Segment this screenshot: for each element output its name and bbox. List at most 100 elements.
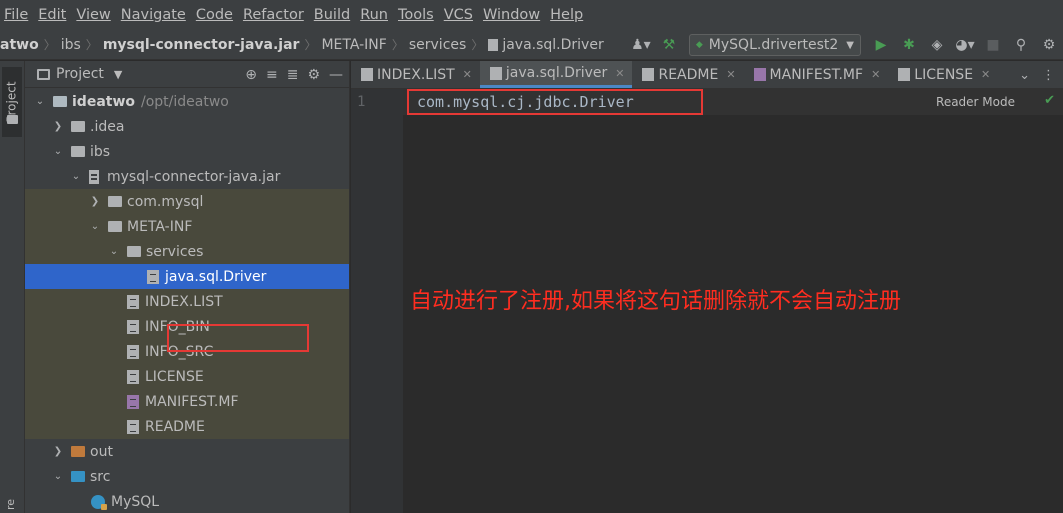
close-icon[interactable]: ✕: [463, 68, 472, 81]
menu-run[interactable]: Run: [360, 7, 388, 23]
breadcrumb-item[interactable]: mysql-connector-java.jar: [103, 37, 300, 53]
hide-icon[interactable]: —: [329, 67, 343, 83]
tree-item-meta-inf[interactable]: ⌄ META-INF: [25, 214, 349, 239]
jar-icon: [89, 169, 99, 184]
profile-icon[interactable]: ◕▾: [953, 33, 977, 57]
tree-item-manifest[interactable]: MANIFEST.MF: [25, 389, 349, 414]
tree-item-license[interactable]: LICENSE: [25, 364, 349, 389]
tab-license[interactable]: LICENSE ✕: [888, 61, 998, 88]
tree-item-jar[interactable]: ⌄ mysql-connector-java.jar: [25, 164, 349, 189]
panel-actions: ⊕ ≡ ≣ ⚙ —: [245, 61, 343, 88]
debug-icon[interactable]: ✱: [897, 33, 921, 57]
chevron-right-icon: 〉: [85, 38, 98, 52]
stop-icon[interactable]: ■: [981, 33, 1005, 57]
tree-item-services[interactable]: ⌄ services: [25, 239, 349, 264]
menu-window[interactable]: Window: [483, 7, 540, 23]
menu-code[interactable]: Code: [196, 7, 233, 23]
main-toolbar: ♟▾ ⚒ ◆ MySQL.drivertest2 ▼ ▶ ✱ ◈ ◕▾ ■ ⚲ …: [627, 30, 1063, 60]
chevron-down-icon[interactable]: ▼: [114, 68, 122, 81]
reader-mode-button[interactable]: Reader Mode: [936, 95, 1015, 109]
menu-navigate[interactable]: Navigate: [121, 7, 186, 23]
tree-item-label: LICENSE: [145, 368, 204, 385]
project-view-selector[interactable]: Project: [56, 66, 104, 82]
build-hammer-icon[interactable]: ⚒: [657, 33, 681, 57]
file-icon: [488, 38, 499, 51]
file-icon: [489, 66, 502, 80]
module-folder-icon: [53, 96, 67, 107]
tree-item-mysql-class[interactable]: MySQL: [25, 489, 349, 513]
tab-readme[interactable]: README ✕: [632, 61, 743, 88]
close-icon[interactable]: ✕: [726, 68, 735, 81]
close-icon[interactable]: ✕: [981, 68, 990, 81]
chevron-down-icon[interactable]: ⌄: [51, 146, 65, 157]
tree-item-out[interactable]: ❯ out: [25, 439, 349, 464]
tree-item-java-sql-driver[interactable]: java.sql.Driver: [25, 264, 349, 289]
coverage-icon[interactable]: ◈: [925, 33, 949, 57]
tree-item-label: META-INF: [127, 218, 193, 235]
chevron-right-icon: 〉: [43, 38, 56, 52]
chevron-down-icon[interactable]: ⌄: [33, 96, 47, 107]
tree-item-label: ibs: [90, 143, 111, 160]
user-icon[interactable]: ♟▾: [629, 33, 653, 57]
file-icon: [127, 369, 139, 384]
menu-refactor[interactable]: Refactor: [243, 7, 304, 23]
chevron-down-icon[interactable]: ⌄: [88, 221, 102, 232]
tree-item-src[interactable]: ⌄ src: [25, 464, 349, 489]
menu-edit[interactable]: Edit: [38, 7, 66, 23]
chevron-down-icon[interactable]: ⌄: [51, 471, 65, 482]
run-configuration-select[interactable]: ◆ MySQL.drivertest2 ▼: [688, 34, 861, 56]
excluded-folder-icon: [71, 446, 85, 457]
breadcrumb-item[interactable]: ibs: [61, 37, 81, 53]
file-icon: [127, 344, 139, 359]
settings-gear-icon[interactable]: ⚙: [1037, 33, 1061, 57]
annotation-text: 自动进行了注册,如果将这句话删除就不会自动注册: [410, 289, 901, 314]
tree-item-com-mysql[interactable]: ❯ com.mysql: [25, 189, 349, 214]
project-window-icon: [37, 68, 50, 80]
breadcrumb-item[interactable]: java.sql.Driver: [502, 37, 603, 53]
tree-item-ibs[interactable]: ⌄ ibs: [25, 139, 349, 164]
chevron-down-icon[interactable]: ⌄: [107, 246, 121, 257]
tab-java-sql-driver[interactable]: java.sql.Driver ✕: [479, 61, 633, 88]
project-tool-tab[interactable]: Project: [2, 67, 22, 137]
menu-tools[interactable]: Tools: [398, 7, 434, 23]
more-vertical-icon[interactable]: ⋮: [1042, 68, 1055, 83]
bottom-tool-tab[interactable]: re: [4, 499, 17, 510]
collapse-all-icon[interactable]: ≣: [287, 67, 299, 83]
menu-vcs[interactable]: VCS: [444, 7, 473, 23]
chevron-right-icon[interactable]: ❯: [51, 446, 65, 457]
menu-view[interactable]: View: [76, 7, 110, 23]
tree-item-ideatwo[interactable]: ⌄ ideatwo /opt/ideatwo: [25, 89, 349, 114]
menu-help[interactable]: Help: [550, 7, 583, 23]
tree-item-index-list[interactable]: INDEX.LIST: [25, 289, 349, 314]
chevron-right-icon: 〉: [391, 38, 404, 52]
breadcrumb-item[interactable]: META-INF: [321, 37, 386, 53]
chevron-right-icon[interactable]: ❯: [51, 121, 65, 132]
manifest-file-icon: [127, 394, 139, 409]
file-icon: [642, 68, 655, 81]
close-icon[interactable]: ✕: [615, 67, 624, 80]
chevron-right-icon: 〉: [304, 38, 317, 52]
folder-icon: [71, 121, 85, 132]
close-icon[interactable]: ✕: [871, 68, 880, 81]
package-folder-icon: [108, 196, 122, 207]
locate-icon[interactable]: ⊕: [245, 67, 257, 83]
breadcrumb-item[interactable]: services: [409, 37, 466, 53]
run-icon[interactable]: ▶: [869, 33, 893, 57]
check-icon[interactable]: ✔: [1044, 93, 1055, 108]
tab-index-list[interactable]: INDEX.LIST ✕: [351, 61, 480, 88]
tab-manifest[interactable]: MANIFEST.MF ✕: [744, 61, 889, 88]
run-config-icon: ◆: [695, 40, 703, 50]
chevron-right-icon[interactable]: ❯: [88, 196, 102, 207]
chevron-down-icon[interactable]: ⌄: [69, 171, 83, 182]
search-icon[interactable]: ⚲: [1009, 33, 1033, 57]
menu-file[interactable]: File: [4, 7, 28, 23]
tree-item-idea[interactable]: ❯ .idea: [25, 114, 349, 139]
gear-icon[interactable]: ⚙: [307, 67, 320, 83]
menu-build[interactable]: Build: [314, 7, 350, 23]
tree-item-label: MANIFEST.MF: [145, 393, 239, 410]
expand-all-icon[interactable]: ≡: [266, 67, 278, 83]
breadcrumb-item[interactable]: atwo: [0, 37, 39, 53]
chevron-down-icon[interactable]: ⌄: [1019, 68, 1030, 83]
tree-item-readme[interactable]: README: [25, 414, 349, 439]
tab-label: LICENSE: [914, 66, 974, 83]
